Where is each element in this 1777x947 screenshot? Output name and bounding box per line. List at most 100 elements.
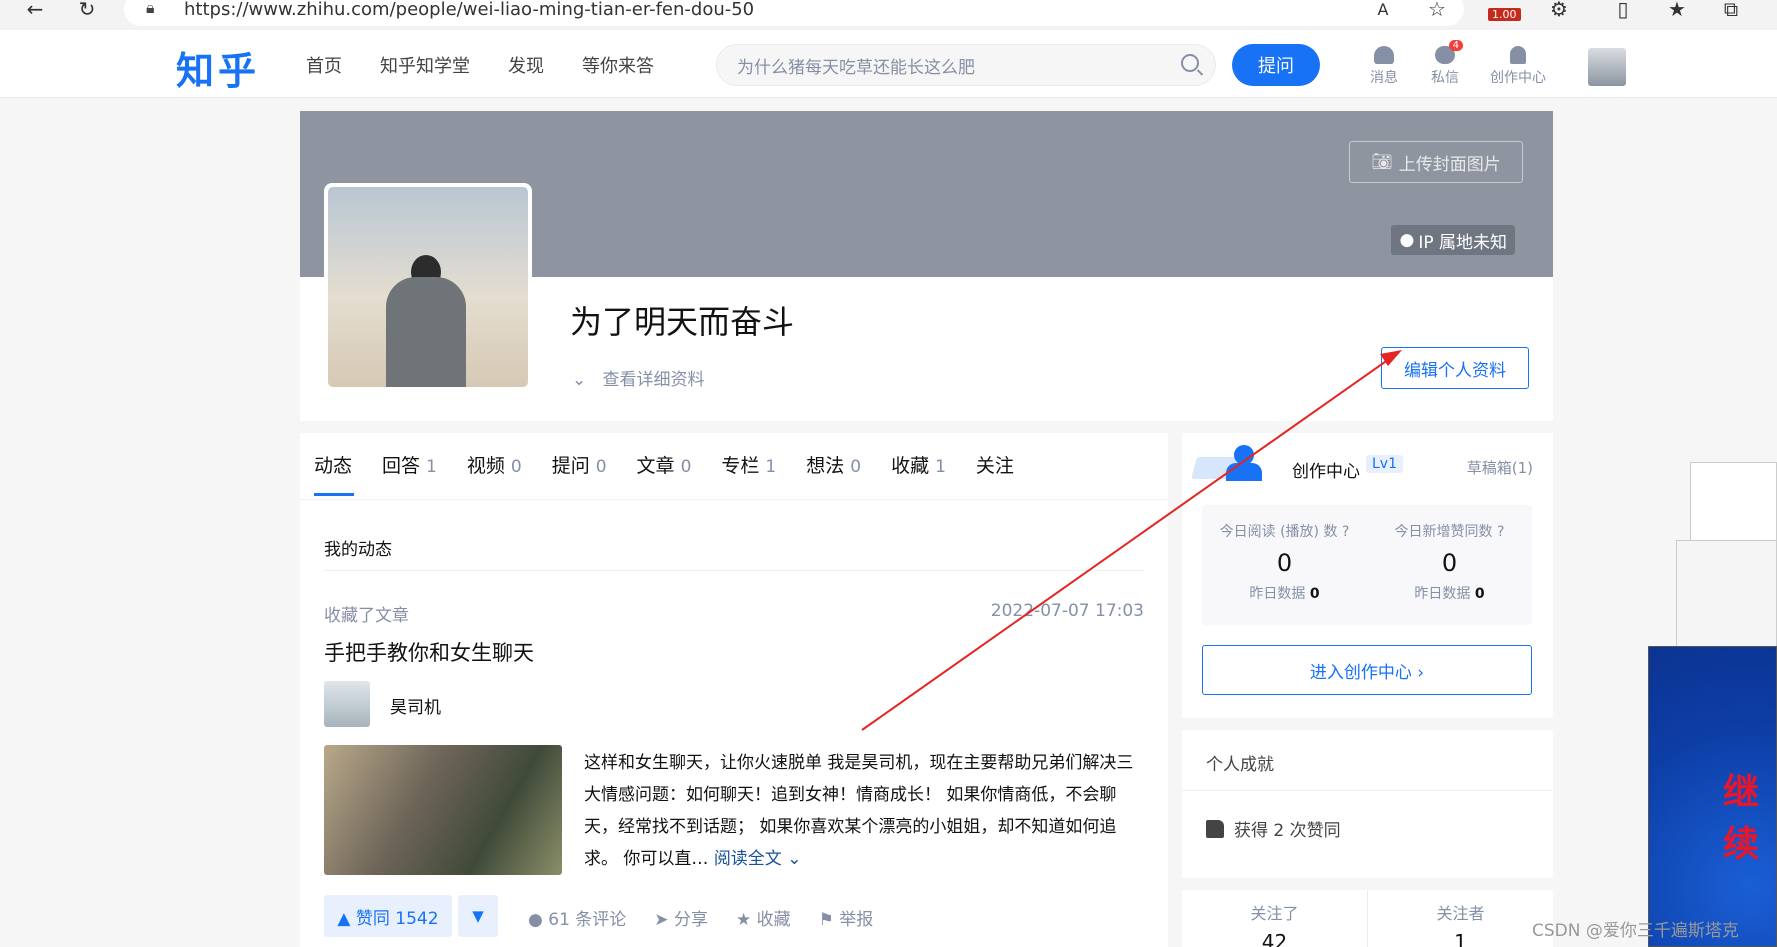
read-more-link[interactable]: 阅读全文 ⌄ xyxy=(714,849,802,869)
view-details-label: 查看详细资料 xyxy=(602,370,705,390)
nav-zhixuetang[interactable]: 知乎知学堂 xyxy=(380,52,470,78)
tab-questions[interactable]: 提问 0 xyxy=(552,451,607,478)
inbox-button[interactable]: 4 私信 xyxy=(1431,40,1463,87)
ip-location-text: IP 属地未知 xyxy=(1418,232,1507,253)
collections-icon[interactable]: ⧉ xyxy=(1718,0,1744,22)
tab-answers[interactable]: 回答 1 xyxy=(382,451,437,478)
share-icon: ➤ xyxy=(654,910,674,930)
comment-icon: ● xyxy=(528,910,549,930)
creator-level-badge: Lv1 xyxy=(1366,455,1403,473)
search-icon[interactable] xyxy=(1181,54,1199,72)
inbox-label: 私信 xyxy=(1431,70,1459,86)
drafts-link[interactable]: 草稿箱(1) xyxy=(1467,457,1533,478)
main-nav: 首页 知乎知学堂 发现 等你来答 xyxy=(306,52,654,78)
desktop-wallpaper-window: 继续 xyxy=(1648,646,1777,947)
stat-reads-yesterday: 昨日数据 0 xyxy=(1249,586,1320,602)
bell-icon xyxy=(1374,46,1394,64)
back-icon[interactable]: ← xyxy=(22,0,48,22)
nav-explore[interactable]: 发现 xyxy=(508,52,544,78)
lock-icon: 🔒︎ xyxy=(146,0,155,17)
section-title: 我的动态 xyxy=(324,540,392,560)
creator-center-button[interactable]: 创作中心 xyxy=(1490,46,1546,87)
creator-illustration-icon xyxy=(1191,445,1268,485)
split-screen-icon[interactable]: ▯ xyxy=(1610,0,1636,22)
user-icon xyxy=(1510,46,1526,64)
creator-center-card: 创作中心 Lv1 草稿箱(1) 今日阅读 (播放) 数 ? 0 昨日数据 0 今… xyxy=(1182,433,1553,718)
stat-likes-value: 0 xyxy=(1441,549,1458,577)
tab-following[interactable]: 关注 xyxy=(976,451,1014,478)
tab-thoughts[interactable]: 想法 0 xyxy=(806,451,861,478)
upload-cover-button[interactable]: 📷︎ 上传封面图片 xyxy=(1349,141,1523,183)
tab-articles[interactable]: 文章 0 xyxy=(637,451,692,478)
divider xyxy=(324,570,1144,571)
downvote-button[interactable]: ▼ xyxy=(458,895,498,937)
zoom-badge[interactable]: 1.00 xyxy=(1488,8,1521,21)
divider xyxy=(300,499,1168,500)
stat-reads-value: 0 xyxy=(1276,549,1293,577)
edit-profile-button[interactable]: 编辑个人资料 xyxy=(1381,347,1529,389)
profile-tabs: 动态 回答 1 视频 0 提问 0 文章 0 专栏 1 想法 0 收藏 1 关注 xyxy=(314,451,1014,478)
inbox-count-badge: 4 xyxy=(1448,40,1463,51)
refresh-icon[interactable]: ↻ xyxy=(74,0,100,22)
active-tab-indicator xyxy=(314,493,354,496)
tab-collections[interactable]: 收藏 1 xyxy=(891,451,946,478)
article-thumbnail[interactable] xyxy=(324,745,562,875)
nav-waiting[interactable]: 等你来答 xyxy=(582,52,654,78)
search-input[interactable]: 为什么猪每天吃草还能长这么肥 xyxy=(716,44,1216,86)
camera-icon: 📷︎ xyxy=(1371,152,1393,172)
activity-type: 收藏了文章 xyxy=(324,606,409,626)
profile-feed: 动态 回答 1 视频 0 提问 0 文章 0 专栏 1 想法 0 收藏 1 关注 我的动态 收… xyxy=(300,433,1168,947)
star-icon: ★ xyxy=(735,910,757,930)
stat-likes-label: 今日新增赞同数 ? xyxy=(1394,524,1505,540)
creator-title: 创作中心 xyxy=(1292,462,1360,482)
desktop-text: 继续 xyxy=(1723,772,1760,865)
upvote-button[interactable]: ▲ 赞同 1542 xyxy=(324,895,452,937)
tab-videos[interactable]: 视频 0 xyxy=(467,451,522,478)
creator-label: 创作中心 xyxy=(1490,70,1546,86)
stat-likes: 今日新增赞同数 ? 0 昨日数据 0 xyxy=(1367,505,1532,625)
favorite-button[interactable]: ★ 收藏 xyxy=(736,905,791,930)
address-bar[interactable]: 🔒︎ https://www.zhihu.com/people/wei-liao… xyxy=(124,0,1464,26)
ip-location-badge: ● IP 属地未知 xyxy=(1391,225,1515,255)
share-button[interactable]: ➤ 分享 xyxy=(654,905,708,930)
messages-button[interactable]: 消息 xyxy=(1370,46,1398,87)
achievements-title: 个人成就 xyxy=(1206,755,1274,775)
site-header: 知乎 首页 知乎知学堂 发现 等你来答 为什么猪每天吃草还能长这么肥 提问 消息… xyxy=(0,30,1777,98)
stat-reads: 今日阅读 (播放) 数 ? 0 昨日数据 0 xyxy=(1202,505,1367,625)
followers-stat[interactable]: 关注者 1 xyxy=(1367,890,1553,947)
view-details-link[interactable]: ⌄ 查看详细资料 xyxy=(572,365,704,390)
triangle-down-icon: ▼ xyxy=(472,907,484,925)
thumbs-up-icon xyxy=(1206,819,1224,838)
favorites-icon[interactable]: ★ xyxy=(1664,0,1690,22)
tab-activity[interactable]: 动态 xyxy=(314,451,352,478)
tab-columns[interactable]: 专栏 1 xyxy=(721,451,776,478)
report-button[interactable]: ⚑ 举报 xyxy=(819,905,874,930)
author-name[interactable]: 昊司机 xyxy=(390,693,441,718)
help-icon[interactable]: ? xyxy=(1497,524,1504,540)
article-excerpt[interactable]: 这样和女生聊天，让你火速脱单 我是昊司机，现在主要帮助兄弟们解决三大情感问题：如… xyxy=(584,747,1144,875)
favorite-star-icon[interactable]: ☆ xyxy=(1424,0,1450,22)
chevron-down-icon: ⌄ xyxy=(787,849,802,869)
read-aloud-icon[interactable]: A xyxy=(1370,0,1396,22)
article-title[interactable]: 手把手教你和女生聊天 xyxy=(324,637,534,667)
location-pin-icon: ● xyxy=(1399,230,1415,250)
achievements-card: 个人成就 获得 2 次赞同 xyxy=(1182,730,1553,878)
zhihu-logo[interactable]: 知乎 xyxy=(176,40,260,95)
profile-avatar[interactable] xyxy=(324,183,532,391)
profile-name: 为了明天而奋斗 xyxy=(570,303,795,341)
author-avatar[interactable] xyxy=(324,681,370,727)
extensions-icon[interactable]: ⚙ xyxy=(1546,0,1572,22)
ask-question-button[interactable]: 提问 xyxy=(1232,44,1320,86)
avatar[interactable] xyxy=(1588,48,1626,86)
article-actions: ● 61 条评论 ➤ 分享 ★ 收藏 ⚑ 举报 xyxy=(528,905,873,930)
follow-stats: 关注了 42 关注者 1 xyxy=(1182,890,1553,947)
nav-home[interactable]: 首页 xyxy=(306,52,342,78)
following-count: 42 xyxy=(1261,930,1288,947)
following-stat[interactable]: 关注了 42 xyxy=(1182,890,1367,947)
excerpt-text: 这样和女生聊天，让你火速脱单 我是昊司机，现在主要帮助兄弟们解决三大情感问题：如… xyxy=(584,753,1134,869)
url-text: https://www.zhihu.com/people/wei-liao-mi… xyxy=(184,0,755,20)
comments-button[interactable]: ● 61 条评论 xyxy=(528,905,626,930)
search-placeholder: 为什么猪每天吃草还能长这么肥 xyxy=(737,57,975,78)
enter-creator-center-button[interactable]: 进入创作中心 › xyxy=(1202,645,1532,695)
help-icon[interactable]: ? xyxy=(1342,524,1349,540)
